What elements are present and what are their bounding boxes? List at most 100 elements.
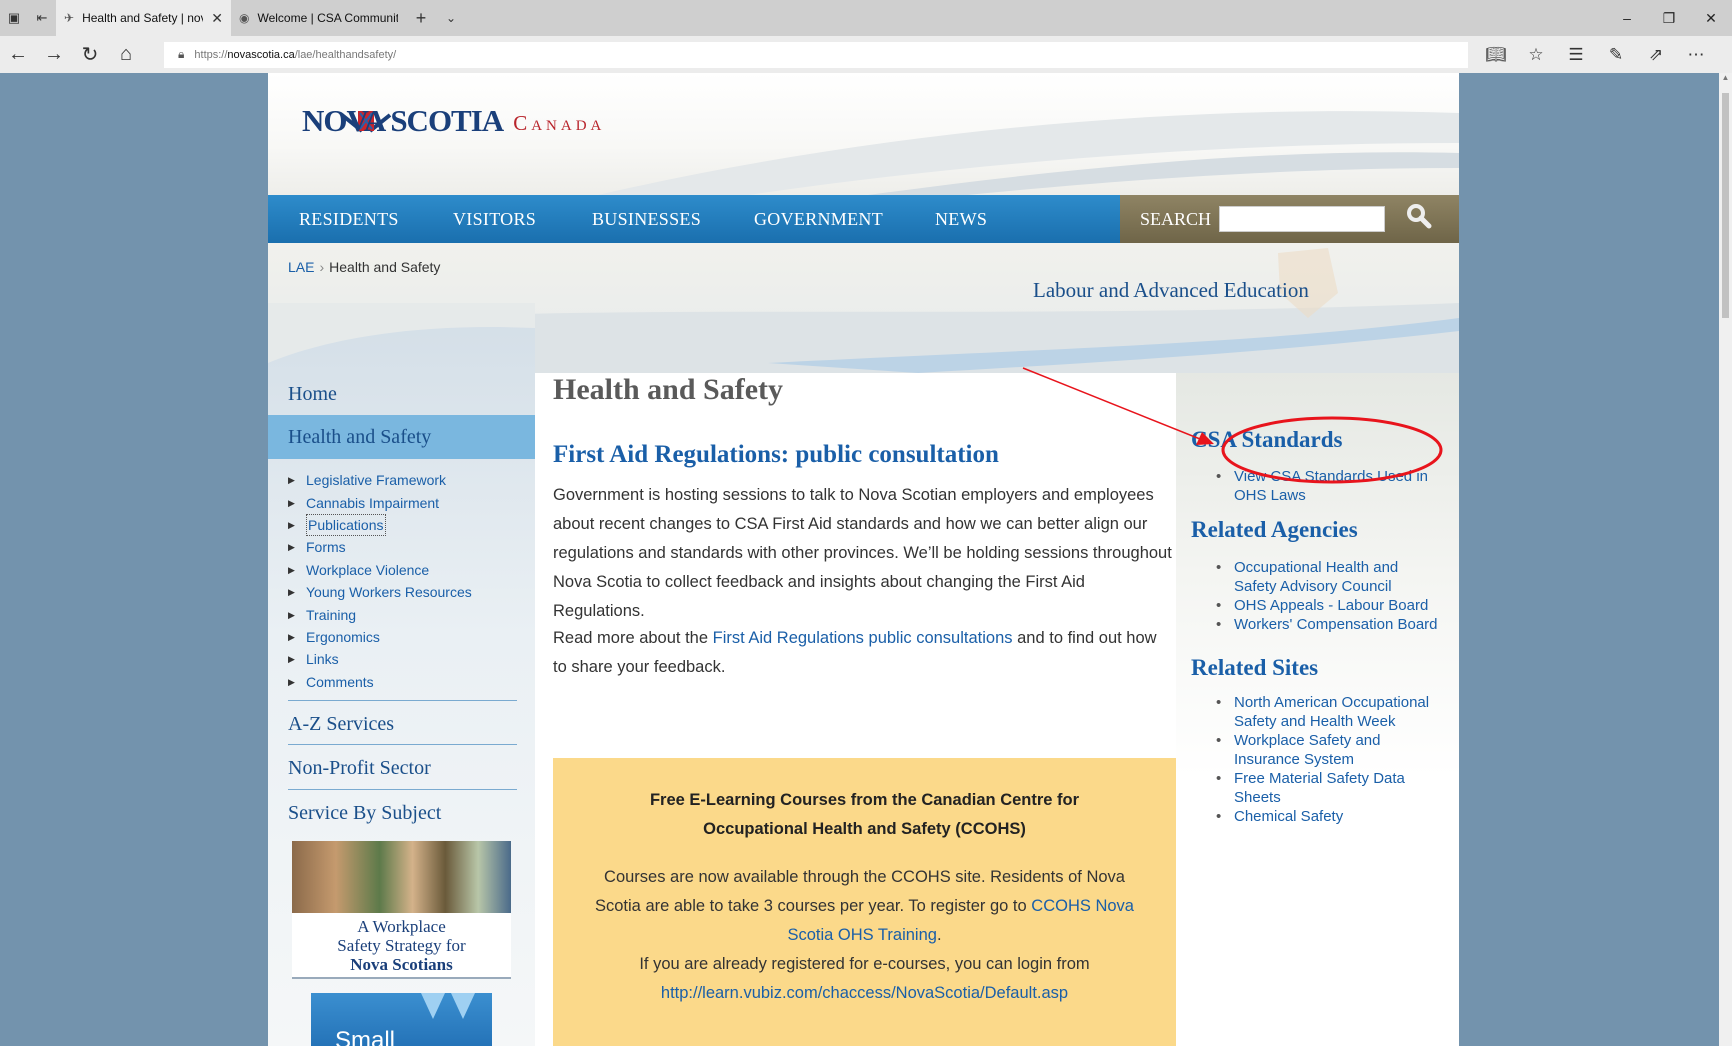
minimize-icon[interactable]: – (1606, 10, 1648, 27)
url-text: https://novascotia.ca/lae/healthandsafet… (194, 49, 396, 61)
nova-scotia-favicon-icon: ✈ (64, 11, 75, 25)
share-icon[interactable]: ⇗ (1638, 45, 1674, 65)
list-item[interactable]: Workplace Safety and Insurance System (1216, 731, 1416, 769)
logo-main-text: NOVA SCOTIA (302, 103, 504, 138)
triangle-right-icon: ▶ (288, 542, 295, 553)
related-sites-heading: Related Sites (1191, 655, 1319, 680)
close-window-icon[interactable]: ✕ (1690, 10, 1732, 27)
notice-paragraph: If you are already registered for e-cour… (553, 950, 1176, 1008)
breadcrumb-current: Health and Safety (329, 259, 441, 275)
workplace-safety-strategy-banner[interactable]: A Workplace Safety Strategy for Nova Sco… (292, 841, 511, 979)
scroll-up-icon[interactable]: ▲ (1719, 73, 1732, 87)
close-tab-icon[interactable]: ✕ (211, 10, 223, 27)
related-agencies-list: Occupational Health and Safety Advisory … (1216, 558, 1456, 634)
left-sidebar: Home Health and Safety ▶ Legislative Fram… (268, 303, 535, 1046)
list-item[interactable]: View CSA Standards Used in OHS Laws (1216, 467, 1456, 505)
consultation-paragraph: Government is hosting sessions to talk t… (553, 486, 1172, 620)
nav-residents[interactable]: RESIDENTS (299, 209, 399, 230)
list-item[interactable]: North American Occupational Safety and H… (1216, 693, 1446, 731)
csa-standards-list: View CSA Standards Used in OHS Laws (1216, 467, 1456, 505)
restore-icon[interactable]: ❐ (1648, 10, 1690, 27)
sidebar-item-health-safety[interactable]: Health and Safety (268, 415, 535, 459)
vubiz-login-link[interactable]: http://learn.vubiz.com/chaccess/NovaScot… (661, 984, 1068, 1002)
sidebar-subitem[interactable]: ▶ Legislative Framework (288, 469, 472, 491)
nav-news[interactable]: NEWS (935, 209, 987, 230)
sidebar-subitem[interactable]: ▶ Comments (288, 671, 472, 693)
promo-line: Nova Scotians (350, 955, 453, 974)
url-path: /lae/healthandsafety/ (294, 48, 397, 61)
tab-health-safety[interactable]: ✈ Health and Safety | nova ✕ (56, 0, 231, 36)
page-scrollbar[interactable]: ▲ (1719, 73, 1732, 1046)
sidebar-item-non-profit[interactable]: Non-Profit Sector (268, 757, 431, 780)
sidebar-divider (288, 744, 517, 745)
list-item[interactable]: Free Material Safety Data Sheets (1216, 769, 1426, 807)
favorite-star-icon[interactable]: ☆ (1518, 45, 1554, 65)
sidebar-subitem[interactable]: ▶ Ergonomics (288, 626, 472, 648)
triangle-right-icon: ▶ (288, 519, 295, 530)
url-prefix: https:// (194, 48, 228, 61)
reading-view-icon[interactable]: 📖︎ (1478, 45, 1514, 65)
tab-list-chevron-icon[interactable]: ⌄ (436, 11, 466, 25)
triangle-right-icon: ▶ (288, 587, 295, 598)
sidebar-item-service-by-subject[interactable]: Service By Subject (268, 802, 441, 825)
triangle-right-icon: ▶ (288, 475, 295, 486)
favorites-list-icon[interactable]: ☰ (1558, 45, 1594, 65)
more-menu-icon[interactable]: ⋯ (1678, 45, 1714, 65)
sidebar-subitem-label: Workplace Violence (306, 561, 430, 578)
sidebar-top-curve (268, 303, 535, 363)
forward-arrow-icon[interactable]: → (36, 43, 72, 66)
csa-standards-heading: CSA Standards (1191, 427, 1343, 452)
department-title-link[interactable]: Labour and Advanced Education (1033, 278, 1309, 303)
nav-visitors[interactable]: VISITORS (453, 209, 536, 230)
breadcrumb-separator: › (319, 259, 325, 275)
list-item[interactable]: Workers' Compensation Board (1216, 615, 1456, 634)
sidebar-subitem-label: Legislative Framework (306, 472, 447, 489)
small-business-banner[interactable]: Small (311, 993, 492, 1046)
tab-actions-icon[interactable]: ▣ (0, 0, 28, 36)
list-item[interactable]: Occupational Health and Safety Advisory … (1216, 558, 1416, 596)
nav-businesses[interactable]: BUSINESSES (592, 209, 701, 230)
tab-csa-communities[interactable]: ◉ Welcome | CSA Communitie (231, 0, 406, 36)
notice-paragraph: Courses are now available through the CC… (553, 863, 1176, 950)
scroll-thumb[interactable] (1722, 93, 1729, 318)
set-aside-tabs-icon[interactable]: ⇤ (28, 0, 56, 36)
elearning-notice-box: Free E-Learning Courses from the Canadia… (553, 758, 1176, 1046)
sidebar-subitem[interactable]: ▶ Training (288, 603, 472, 625)
search-area: SEARCH (1120, 195, 1459, 243)
sidebar-subitem-label: Young Workers Resources (306, 584, 472, 601)
home-icon[interactable]: ⌂ (108, 43, 144, 66)
sidebar-subitem-label: Publications (306, 513, 386, 536)
sidebar-item-home[interactable]: Home (268, 383, 337, 406)
sidebar-subitem-label: Links (306, 651, 339, 668)
nova-scotia-logo[interactable]: NOVA SCOTIA Canada (302, 103, 605, 139)
back-arrow-icon[interactable]: ← (0, 43, 36, 66)
sidebar-subitem-label: Cannabis Impairment (306, 494, 440, 511)
list-item[interactable]: OHS Appeals - Labour Board (1216, 596, 1456, 615)
search-input[interactable] (1219, 206, 1386, 232)
sidebar-subitem[interactable]: ▶ Workplace Violence (288, 559, 472, 581)
triangle-right-icon: ▶ (288, 654, 295, 665)
promo-text: A Workplace Safety Strategy for Nova Sco… (292, 917, 511, 974)
address-bar[interactable]: 🔒︎ https://novascotia.ca/lae/healthandsa… (164, 41, 1468, 68)
sidebar-subitem-label: Comments (306, 673, 374, 690)
sidebar-subitem[interactable]: ▶ Publications (288, 513, 472, 536)
list-item[interactable]: Chemical Safety (1216, 807, 1456, 826)
sidebar-subitem[interactable]: ▶ Links (288, 648, 472, 670)
browser-toolbar: ← → ↻ ⌂ 🔒︎ https://novascotia.ca/lae/hea… (0, 36, 1732, 73)
sidebar-subitem[interactable]: ▶ Young Workers Resources (288, 581, 472, 603)
sidebar-item-az-services[interactable]: A-Z Services (268, 713, 394, 736)
sidebar-subitem[interactable]: ▶ Cannabis Impairment (288, 491, 472, 513)
logo-canada-text: Canada (513, 111, 606, 135)
nav-government[interactable]: GOVERNMENT (754, 209, 883, 230)
refresh-icon[interactable]: ↻ (72, 42, 108, 67)
triangle-right-icon: ▶ (288, 676, 295, 687)
breadcrumb-lae-link[interactable]: LAE (288, 259, 314, 275)
sidebar-subitem[interactable]: ▶ Forms (288, 536, 472, 558)
new-tab-icon[interactable]: + (406, 8, 436, 29)
first-aid-consultations-link[interactable]: First Aid Regulations public consultatio… (713, 629, 1013, 647)
window-controls: – ❐ ✕ (1606, 10, 1732, 27)
sidebar-subitem-label: Forms (306, 539, 346, 556)
pen-notes-icon[interactable]: ✎ (1598, 45, 1634, 65)
site-header: NOVA SCOTIA Canada (268, 73, 1459, 195)
search-magnifier-icon[interactable] (1405, 202, 1433, 236)
